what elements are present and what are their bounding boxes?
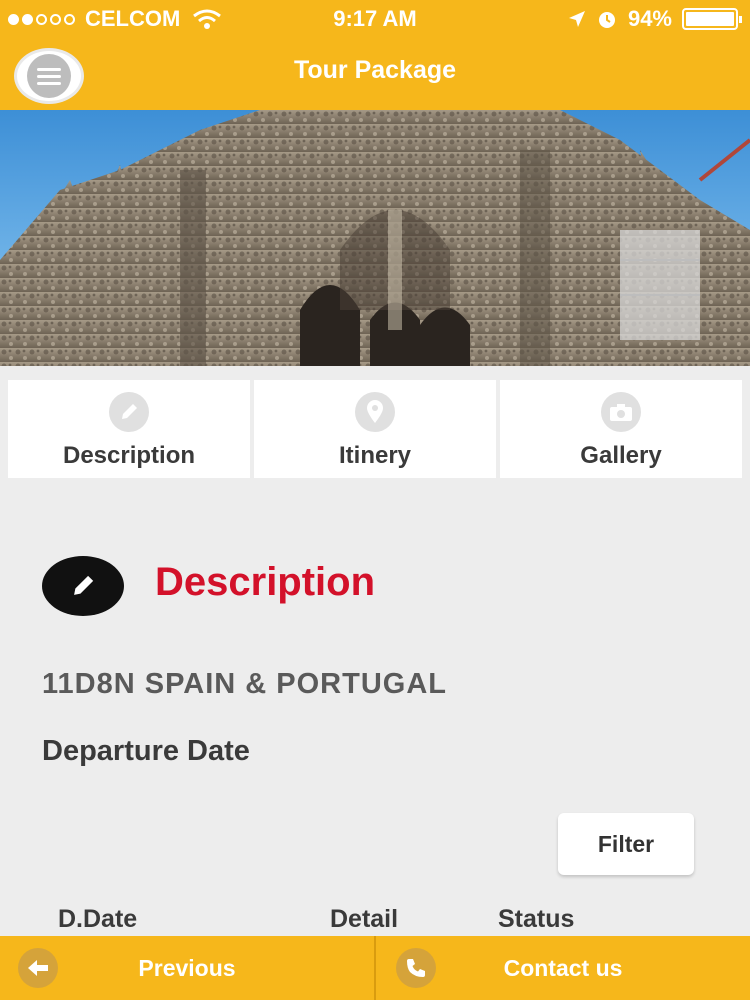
tab-itinery[interactable]: Itinery (254, 380, 496, 478)
map-pin-icon (355, 392, 395, 432)
tab-description[interactable]: Description (8, 380, 250, 478)
contact-us-button[interactable]: Contact us (376, 936, 750, 1000)
previous-button[interactable]: Previous (0, 936, 376, 1000)
camera-icon (601, 392, 641, 432)
arrow-left-icon (18, 948, 58, 988)
departure-date-label: Departure Date (42, 735, 250, 767)
page-title: Tour Package (293, 56, 457, 84)
tab-label: Gallery (580, 442, 662, 469)
tab-gallery[interactable]: Gallery (500, 380, 742, 478)
battery-percent: 94% (627, 6, 672, 31)
filter-button[interactable]: Filter (558, 813, 694, 875)
bottom-bar: Previous Contact us (0, 936, 750, 1000)
status-bar: CELCOM 9:17 AM 94% (0, 0, 750, 38)
phone-icon (396, 948, 436, 988)
tab-label: Description (62, 442, 196, 469)
nav-bar: Tour Package (0, 38, 750, 110)
column-header-date: D.Date (58, 905, 138, 933)
column-header-detail: Detail (330, 905, 399, 933)
status-right: 94% (568, 6, 742, 32)
contact-label: Contact us (503, 954, 623, 981)
pencil-icon (42, 556, 124, 616)
battery-icon (682, 8, 742, 30)
location-arrow-icon (568, 11, 585, 27)
tab-label: Itinery (338, 442, 412, 469)
tab-bar: Description Itinery Gallery (8, 380, 742, 478)
column-header-status: Status (498, 905, 575, 933)
pencil-icon (109, 392, 149, 432)
hero-image (0, 110, 750, 366)
alarm-icon (598, 12, 615, 28)
previous-label: Previous (138, 954, 236, 981)
section-title: Description (155, 560, 376, 604)
package-name: 11D8N SPAIN & PORTUGAL (42, 668, 447, 700)
